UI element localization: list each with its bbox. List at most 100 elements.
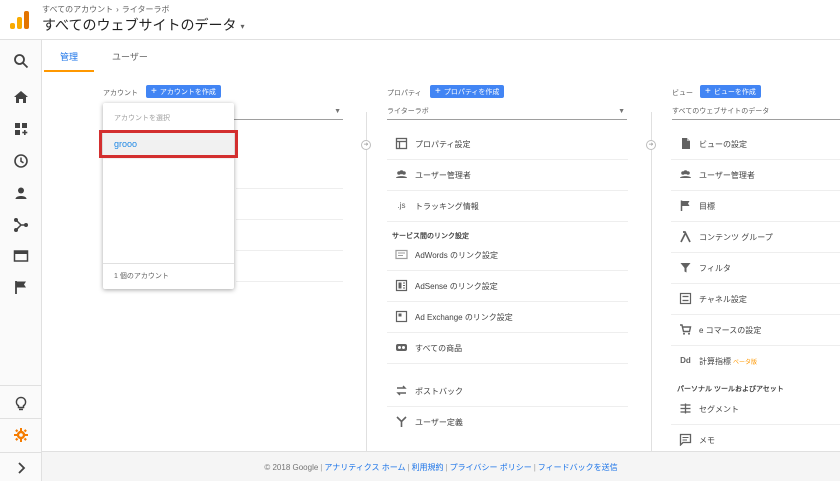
ecommerce-settings-item[interactable]: e コマースの設定 <box>671 315 840 346</box>
tab-admin[interactable]: 管理 <box>44 50 95 72</box>
create-view-button[interactable]: + ビューを作成 <box>700 85 761 98</box>
segment-icon <box>679 402 692 415</box>
all-products-item[interactable]: すべての商品 <box>387 333 628 364</box>
view-selector[interactable]: すべてのウェブサイトのデータ ▾ <box>42 15 244 35</box>
property-settings-item[interactable]: プロパティ設定 <box>387 129 628 160</box>
person-icon[interactable] <box>13 185 29 201</box>
people-icon <box>395 168 408 181</box>
products-icon <box>395 341 408 354</box>
create-view-label: ビューを作成 <box>713 89 756 96</box>
lightbulb-icon[interactable] <box>13 396 29 412</box>
arrow-right-icon: ➜ <box>361 140 371 150</box>
footer-link-analytics-home[interactable]: アナリティクス ホーム <box>324 463 405 472</box>
top-header: すべてのアカウント › ライターラボ すべてのウェブサイトのデータ ▾ <box>0 0 840 40</box>
memo-icon <box>679 433 692 446</box>
column-divider <box>651 112 652 452</box>
footer-link-feedback[interactable]: フィードバックを送信 <box>538 463 618 472</box>
menu-item-label: ビューの設定 <box>699 140 747 149</box>
adexchange-icon <box>395 310 408 323</box>
plus-icon: + <box>435 86 441 97</box>
view-title[interactable]: すべてのウェブサイトのデータ <box>42 17 236 33</box>
property-select[interactable]: ライターラボ ▼ <box>387 106 627 120</box>
menu-item-label: ユーザー管理者 <box>699 171 755 180</box>
calculated-metrics-item[interactable]: Dd 計算指標 ベータ版 <box>671 346 840 377</box>
footer-link-terms[interactable]: 利用規約 <box>412 463 444 472</box>
adwords-icon <box>395 248 408 261</box>
menu-item-label: コンテンツ グループ <box>699 233 773 242</box>
clock-icon[interactable] <box>13 153 29 169</box>
beta-badge: ベータ版 <box>733 360 758 366</box>
create-property-button[interactable]: + プロパティを作成 <box>430 85 505 98</box>
breadcrumb-separator: › <box>116 5 119 14</box>
menu-item-label: プロパティ設定 <box>415 140 471 149</box>
view-settings-item[interactable]: ビューの設定 <box>671 129 840 160</box>
plus-icon: + <box>705 86 711 97</box>
menu-item-label: ポストバック <box>415 387 463 396</box>
tracking-info-item[interactable]: .js トラッキング情報 <box>387 191 628 222</box>
property-user-management-item[interactable]: ユーザー管理者 <box>387 160 628 191</box>
postback-item[interactable]: ポストバック <box>387 376 628 407</box>
property-column-label: プロパティ <box>387 90 422 97</box>
adsense-link-item[interactable]: AdSense のリンク設定 <box>387 271 628 302</box>
flag-icon[interactable] <box>13 279 29 295</box>
menu-item-label: フィルタ <box>699 264 731 273</box>
segment-item[interactable]: セグメント <box>671 394 840 425</box>
menu-item-label: トラッキング情報 <box>415 202 479 211</box>
menu-item-label: AdSense のリンク設定 <box>415 282 498 291</box>
filter-icon <box>679 261 692 274</box>
js-icon: .js <box>397 201 406 210</box>
column-divider <box>366 112 367 452</box>
adexchange-link-item[interactable]: Ad Exchange のリンク設定 <box>387 302 628 333</box>
view-select-value: すべてのウェブサイトのデータ <box>672 108 770 115</box>
menu-item-label: Ad Exchange のリンク設定 <box>415 313 513 322</box>
filter-item[interactable]: フィルタ <box>671 253 840 284</box>
property-select-value: ライターラボ <box>387 108 429 115</box>
behavior-icon[interactable] <box>13 248 29 264</box>
document-icon <box>679 137 692 150</box>
content-group-item[interactable]: コンテンツ グループ <box>671 222 840 253</box>
plus-icon: + <box>151 86 157 97</box>
channel-settings-item[interactable]: チャネル設定 <box>671 284 840 315</box>
rail-divider <box>0 452 42 453</box>
home-icon[interactable] <box>13 89 29 105</box>
adwords-link-item[interactable]: AdWords のリンク設定 <box>387 240 628 271</box>
caret-down-icon[interactable]: ▾ <box>240 22 244 31</box>
list-divider <box>236 250 343 251</box>
chevron-right-icon[interactable] <box>13 460 29 476</box>
square-icon <box>395 137 408 150</box>
menu-item-label: セグメント <box>699 405 739 414</box>
menu-item-label: 計算指標 ベータ版 <box>699 356 757 367</box>
content-group-icon <box>679 230 692 243</box>
footer-link-privacy[interactable]: プライバシー ポリシー <box>450 463 532 472</box>
menu-item-label: ユーザー定義 <box>415 418 463 427</box>
view-user-management-item[interactable]: ユーザー管理者 <box>671 160 840 191</box>
gear-icon[interactable] <box>13 427 29 443</box>
goals-item[interactable]: 目標 <box>671 191 840 222</box>
view-select[interactable]: すべてのウェブサイトのデータ <box>672 106 840 120</box>
dropdown-arrow-icon: ▼ <box>334 108 341 115</box>
page-footer: © 2018 Google | アナリティクス ホーム | 利用規約 | プライバシー ポリ… <box>42 451 840 481</box>
create-account-button[interactable]: + アカウントを作成 <box>146 85 221 98</box>
acquisition-icon[interactable] <box>13 217 29 233</box>
account-dropdown-header: アカウントを選択 <box>114 115 170 122</box>
analytics-logo-icon[interactable] <box>10 11 30 29</box>
breadcrumb[interactable]: すべてのアカウント › ライターラボ <box>42 4 169 15</box>
left-nav-rail <box>0 40 42 481</box>
dd-icon: Dd <box>680 356 691 365</box>
breadcrumb-property[interactable]: ライターラボ <box>122 5 170 14</box>
arrow-right-icon: ➜ <box>646 140 656 150</box>
copyright-text: © 2018 Google <box>264 463 319 472</box>
footer-links: © 2018 Google | アナリティクス ホーム | 利用規約 | プライバシー ポリ… <box>264 463 618 472</box>
breadcrumb-root[interactable]: すべてのアカウント <box>42 5 113 14</box>
calculated-metrics-label: 計算指標 <box>699 357 731 366</box>
menu-item-label: 目標 <box>699 202 715 211</box>
view-column-label: ビュー <box>672 90 693 97</box>
search-icon[interactable] <box>13 53 29 69</box>
menu-item-label: AdWords のリンク設定 <box>415 251 498 260</box>
tab-user[interactable]: ユーザー <box>96 50 164 72</box>
cart-icon <box>679 323 692 336</box>
account-count: 1 個のアカウント <box>114 273 169 280</box>
section-heading-personal-tools: パーソナル ツールおよびアセット <box>677 386 784 393</box>
dashboard-add-icon[interactable] <box>13 121 29 137</box>
user-defined-item[interactable]: ユーザー定義 <box>387 407 628 438</box>
